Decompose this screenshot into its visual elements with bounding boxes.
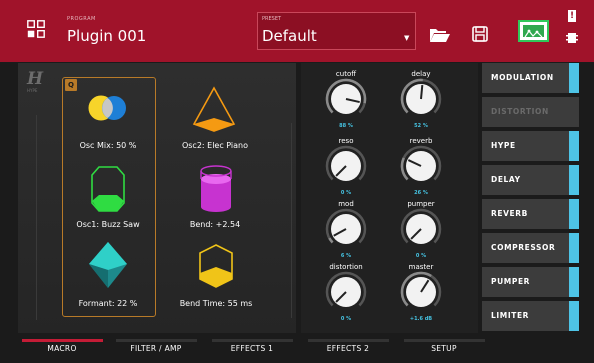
macro-label: Osc1: Buzz Saw xyxy=(76,220,140,229)
cylinder-icon[interactable] xyxy=(199,165,233,213)
sidebar-item-label: MODULATION xyxy=(491,73,554,82)
knob-delay[interactable] xyxy=(399,77,443,121)
tab-indicator xyxy=(116,339,197,342)
sidebar-item-label: COMPRESSOR xyxy=(491,243,556,252)
sidebar-item-label: DISTORTION xyxy=(491,107,549,116)
sidebar-item-modulation[interactable]: MODULATION xyxy=(482,63,579,93)
sidebar-item-delay[interactable]: DELAY xyxy=(482,165,579,195)
divider xyxy=(36,115,37,320)
macro-label: Osc Mix: 50 % xyxy=(79,141,137,150)
sidebar-item-compressor[interactable]: COMPRESSOR xyxy=(482,233,579,263)
sidebar-item-label: LIMITER xyxy=(491,311,530,320)
waveform-icon xyxy=(523,25,544,38)
hype-logo: H xyxy=(27,69,44,89)
sidebar-item-limiter[interactable]: LIMITER xyxy=(482,301,579,331)
knob-cutoff[interactable] xyxy=(324,77,368,121)
tab-indicator xyxy=(22,339,103,342)
tab-setup[interactable]: SETUP xyxy=(395,344,493,353)
knob-value: 0 % xyxy=(340,316,352,322)
hexagon-prism-icon[interactable] xyxy=(198,243,234,289)
venn-circles-icon[interactable] xyxy=(87,91,129,125)
octagon-prism-icon[interactable] xyxy=(90,165,126,213)
sidebar-item-label: HYPE xyxy=(491,141,516,150)
knob-reso[interactable] xyxy=(324,144,368,188)
knob-value: 52 % xyxy=(414,123,428,129)
knob-pumper[interactable] xyxy=(399,207,443,251)
preset-value: Default xyxy=(262,27,317,45)
enabled-indicator[interactable] xyxy=(569,233,579,263)
knob-value: 6 % xyxy=(340,253,352,259)
sidebar-item-label: DELAY xyxy=(491,175,521,184)
macro-label: Bend: +2.54 xyxy=(189,220,241,229)
tab-indicator xyxy=(308,339,389,342)
chevron-down-icon: ▼ xyxy=(404,34,410,42)
pyramid-icon[interactable] xyxy=(191,85,237,133)
macro-panel-background xyxy=(18,63,296,333)
tab-macro[interactable]: MACRO xyxy=(13,344,111,353)
macro-label: Bend Time: 55 ms xyxy=(179,299,253,308)
tab-indicator xyxy=(404,339,485,342)
tab-indicator xyxy=(212,339,293,342)
knob-mod[interactable] xyxy=(324,207,368,251)
hype-logo-text: HYPE xyxy=(27,88,38,93)
enabled-indicator[interactable] xyxy=(569,301,579,331)
macro-label: Formant: 22 % xyxy=(78,299,138,308)
knob-master[interactable] xyxy=(399,270,443,314)
knob-value: +1.6 dB xyxy=(409,316,433,322)
chip-icon[interactable] xyxy=(566,31,578,45)
preset-caption: PRESET xyxy=(262,16,282,22)
diamond-icon[interactable] xyxy=(87,240,129,290)
save-icon[interactable] xyxy=(472,26,488,42)
enabled-indicator[interactable] xyxy=(569,165,579,195)
grid-icon[interactable] xyxy=(27,20,45,38)
tab-filter-amp[interactable]: FILTER / AMP xyxy=(107,344,205,353)
sidebar-item-label: PUMPER xyxy=(491,277,531,286)
knob-value: 88 % xyxy=(339,123,353,129)
quick-badge[interactable]: Q xyxy=(65,79,77,91)
preset-selector[interactable]: PRESET Default ▼ xyxy=(257,12,416,50)
sidebar-item-distortion[interactable]: DISTORTION xyxy=(482,97,579,127)
tab-effects-2[interactable]: EFFECTS 2 xyxy=(299,344,397,353)
alert-icon[interactable]: ! xyxy=(568,10,576,22)
enabled-indicator[interactable] xyxy=(569,63,579,93)
macro-label: Osc2: Elec Piano xyxy=(181,141,249,150)
knob-distortion[interactable] xyxy=(324,270,368,314)
tab-effects-1[interactable]: EFFECTS 1 xyxy=(203,344,301,353)
enabled-indicator[interactable] xyxy=(569,199,579,229)
header-bar: PROGRAM Plugin 001 PRESET Default ▼ ! xyxy=(0,0,594,62)
macro-panel: H HYPE Q Osc Mix: 50 % Osc2: Elec Piano … xyxy=(18,63,296,333)
knob-value: 0 % xyxy=(340,190,352,196)
enabled-indicator[interactable] xyxy=(569,267,579,297)
waveform-button[interactable] xyxy=(518,20,549,42)
sidebar-item-reverb[interactable]: REVERB xyxy=(482,199,579,229)
knob-reverb[interactable] xyxy=(399,144,443,188)
divider xyxy=(291,123,292,318)
plugin-name[interactable]: Plugin 001 xyxy=(67,27,146,45)
plugin-caption: PROGRAM xyxy=(67,16,96,22)
enabled-indicator[interactable] xyxy=(569,131,579,161)
sidebar-item-pumper[interactable]: PUMPER xyxy=(482,267,579,297)
folder-icon[interactable] xyxy=(429,27,451,43)
knob-value: 0 % xyxy=(415,253,427,259)
sidebar-item-label: REVERB xyxy=(491,209,528,218)
sidebar-item-hype[interactable]: HYPE xyxy=(482,131,579,161)
knob-value: 26 % xyxy=(414,190,428,196)
